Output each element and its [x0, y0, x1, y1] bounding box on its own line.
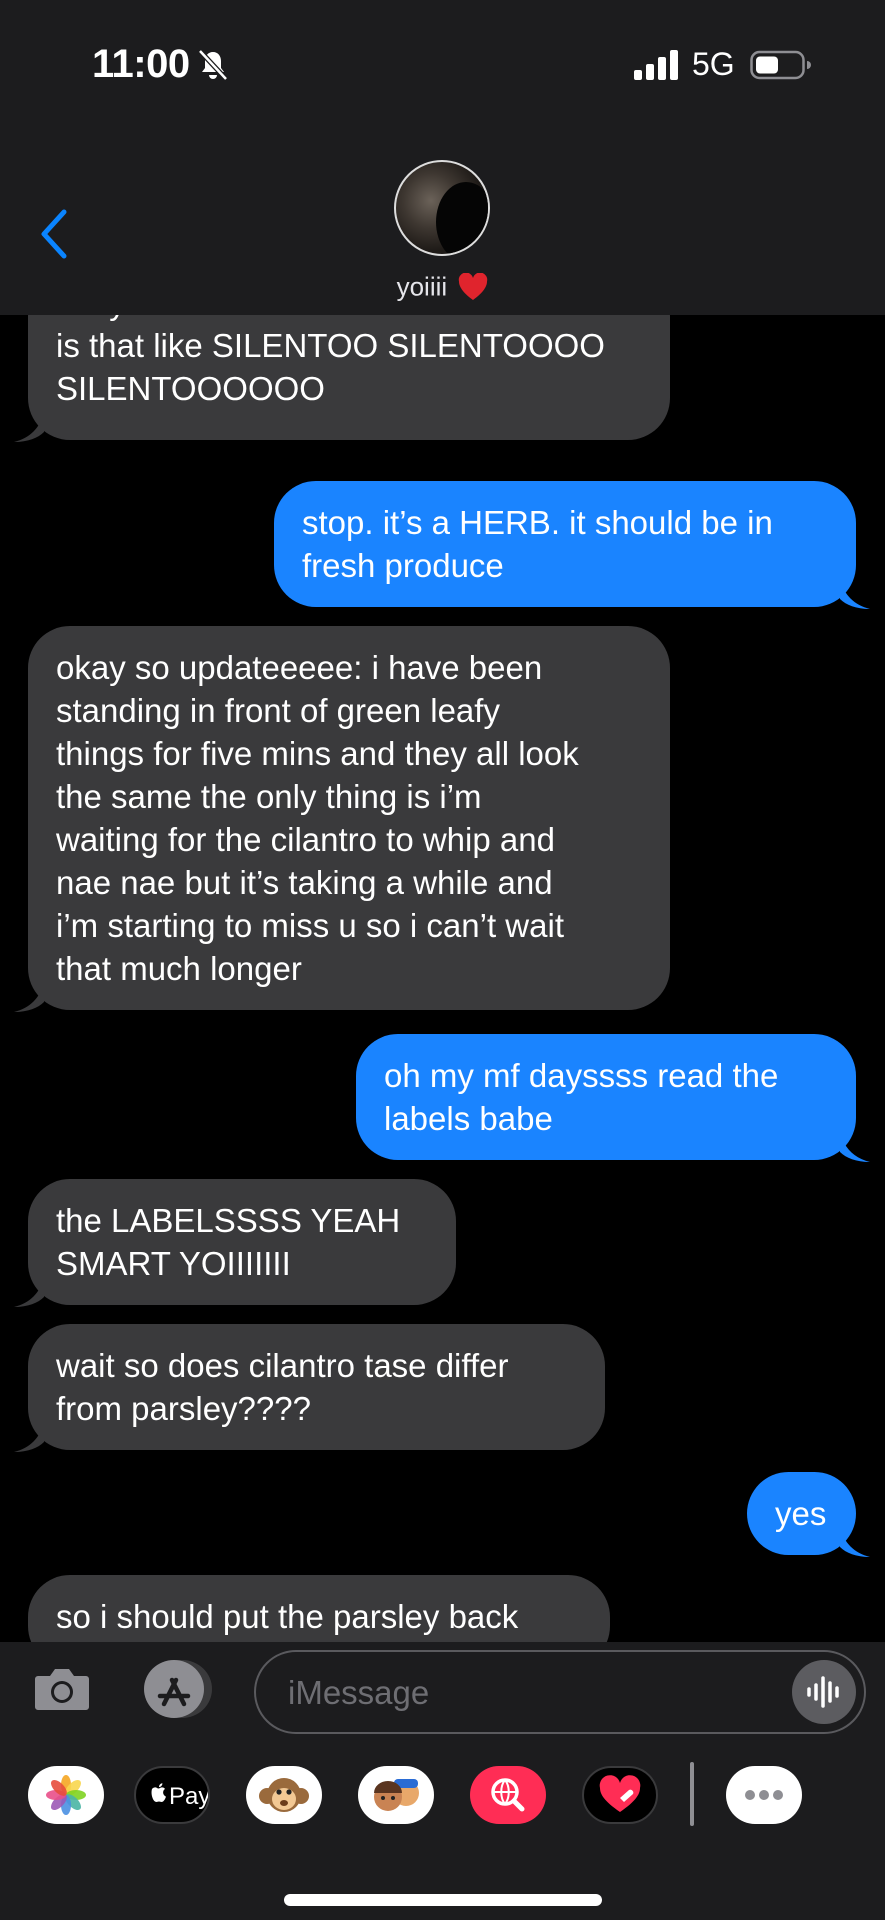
- message-line: oh my mf dayssss read the: [384, 1057, 779, 1094]
- message-list[interactable]: okay boiiiiii done now i need cilantro is…: [0, 315, 885, 1642]
- ellipsis-icon: [745, 1790, 783, 1800]
- apple-logo-icon: Pay: [151, 1783, 210, 1810]
- message-line: so i should put the parsley back: [56, 1598, 519, 1635]
- bubble-tail: [14, 1277, 44, 1307]
- more-apps-icon[interactable]: [726, 1766, 802, 1824]
- app-store-icon[interactable]: [142, 1658, 214, 1720]
- message-line: okay boiiiiii done now i need cilantro: [56, 315, 642, 324]
- waveform-icon: [807, 1676, 839, 1708]
- image-search-app-icon[interactable]: [470, 1766, 546, 1824]
- imessage-field[interactable]: [254, 1650, 866, 1734]
- message-line: waiting for the cilantro to whip and: [56, 821, 555, 858]
- monkey-face-icon: [259, 1778, 309, 1812]
- apple-pay-app-icon[interactable]: Pay: [134, 1766, 210, 1824]
- bubble-tail: [840, 579, 870, 609]
- bubble-tail: [14, 982, 44, 1012]
- message-line: nae nae but it’s taking a while and: [56, 864, 553, 901]
- incoming-message-bubble[interactable]: the LABELSSSS YEAH SMART YOIIIIIII: [14, 1179, 456, 1307]
- message-line: yes: [775, 1495, 827, 1532]
- pay-label: Pay: [169, 1783, 208, 1810]
- message-line: fresh produce: [302, 547, 504, 584]
- message-line: things for five mins and they all look: [56, 735, 579, 772]
- message-line: okay so updateeeee: i have been: [56, 649, 543, 686]
- memoji-app-icon[interactable]: [358, 1766, 434, 1824]
- bubble-tail: [840, 1132, 870, 1162]
- message-line: wait so does cilantro tase differ: [56, 1347, 509, 1384]
- drawer-separator: [690, 1762, 694, 1826]
- message-line: that much longer: [56, 950, 302, 987]
- incoming-message-bubble[interactable]: okay so updateeeee: i have been standing …: [14, 626, 670, 1012]
- heart-touch-icon: [599, 1775, 641, 1812]
- outgoing-message-bubble[interactable]: yes: [747, 1472, 870, 1557]
- incoming-message-bubble[interactable]: okay boiiiiii done now i need cilantro is…: [14, 315, 670, 442]
- status-time: 11:00: [92, 42, 190, 86]
- incoming-message-bubble[interactable]: so i should put the parsley back: [28, 1575, 610, 1642]
- message-line: is that like SILENTOO SILENTOOOO: [56, 327, 605, 364]
- memoji-faces-icon: [374, 1779, 419, 1811]
- photos-app-icon[interactable]: [28, 1766, 104, 1824]
- digital-touch-app-icon[interactable]: [582, 1766, 658, 1824]
- message-line: SILENTOOOOOO: [56, 370, 325, 407]
- conversation-header: 11:00 5G yoiiii: [0, 0, 885, 315]
- app-drawer: Pay: [0, 1742, 885, 1920]
- message-line: standing in front of green leafy: [56, 692, 500, 729]
- battery-icon: [750, 50, 811, 80]
- message-line: i’m starting to miss u so i can’t wait: [56, 907, 564, 944]
- message-line: the LABELSSSS YEAH: [56, 1202, 401, 1239]
- contact-name-row[interactable]: yoiiii: [0, 270, 885, 303]
- outgoing-message-bubble[interactable]: stop. it’s a HERB. it should be in fresh …: [274, 481, 870, 609]
- message-input[interactable]: [288, 1672, 748, 1714]
- message-line: the same the only thing is i’m: [56, 778, 482, 815]
- photos-flower-icon: [46, 1775, 86, 1815]
- camera-icon[interactable]: [34, 1664, 90, 1712]
- bubble-tail: [840, 1527, 870, 1557]
- outgoing-message-bubble[interactable]: oh my mf dayssss read the labels babe: [356, 1034, 870, 1162]
- incoming-message-bubble[interactable]: wait so does cilantro tase differ from pa…: [14, 1324, 605, 1452]
- bubble-tail: [14, 412, 44, 442]
- back-chevron-icon[interactable]: [36, 208, 72, 260]
- message-line: SMART YOIIIIIII: [56, 1245, 291, 1282]
- home-indicator[interactable]: [284, 1894, 602, 1906]
- bubble-tail: [14, 1422, 44, 1452]
- network-type: 5G: [692, 46, 735, 82]
- audio-message-button[interactable]: [792, 1660, 856, 1724]
- animoji-app-icon[interactable]: [246, 1766, 322, 1824]
- message-line: from parsley????: [56, 1390, 311, 1427]
- cellular-signal-icon: [634, 50, 678, 80]
- magnifying-glass-globe-icon: [491, 1778, 525, 1812]
- silent-mode-icon: [198, 49, 228, 81]
- message-line: labels babe: [384, 1100, 553, 1137]
- message-line: stop. it’s a HERB. it should be in: [302, 504, 773, 541]
- contact-avatar[interactable]: [394, 160, 490, 256]
- message-input-bar: [0, 1642, 885, 1742]
- contact-name: yoiiii: [396, 271, 448, 302]
- heart-emoji-icon: [459, 273, 488, 301]
